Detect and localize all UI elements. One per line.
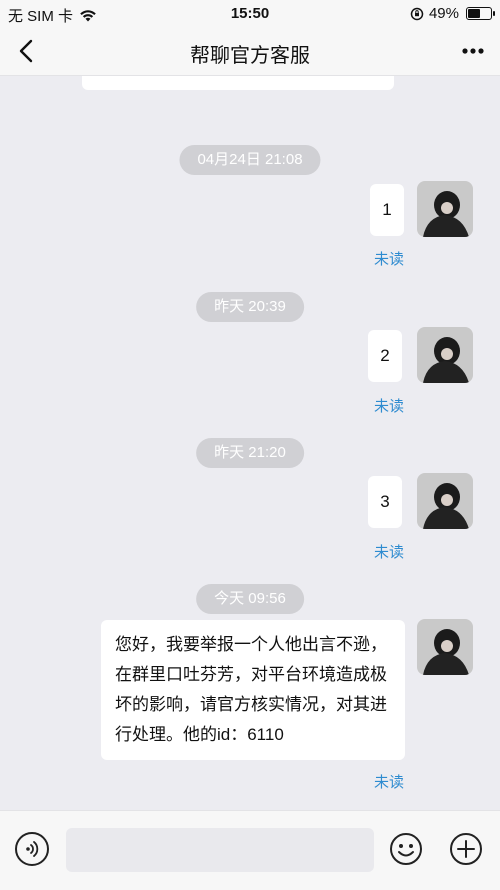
avatar[interactable]	[417, 473, 473, 529]
rotation-lock-icon	[410, 7, 424, 20]
page-title: 帮聊官方客服	[190, 45, 310, 67]
avatar[interactable]	[417, 327, 473, 383]
message-line: 行处理。他的id：6110	[115, 725, 284, 744]
more-button[interactable]	[458, 39, 488, 63]
read-status: 未读	[373, 774, 404, 791]
message-line: 您好，我要举报一个人他出言不逊，	[115, 635, 387, 654]
message-bubble[interactable]: 3	[368, 476, 402, 528]
chat-area[interactable]: 04月24日 21:08 1 未读 昨天 20:39 2 未读 昨天 21:20…	[0, 76, 500, 810]
voice-button[interactable]	[15, 832, 49, 866]
battery-icon	[466, 7, 495, 20]
message-timestamp: 昨天 20:39	[196, 292, 304, 322]
message-timestamp: 今天 09:56	[196, 584, 304, 614]
message-bubble[interactable]: 2	[368, 330, 402, 382]
plus-button[interactable]	[449, 832, 483, 866]
battery-percent: 49%	[428, 5, 459, 22]
previous-message-bubble	[82, 76, 394, 90]
message-line: 在群里口吐芬芳，对平台环境造成极	[115, 665, 387, 684]
plus-icon	[450, 833, 482, 865]
message-bubble[interactable]: 1	[370, 184, 404, 236]
voice-icon	[26, 841, 39, 857]
read-status: 未读	[373, 544, 404, 561]
message-bubble[interactable]: 您好，我要举报一个人他出言不逊， 在群里口吐芬芳，对平台环境造成极 坏的影响，请…	[101, 620, 405, 760]
message-input[interactable]	[66, 828, 374, 872]
avatar[interactable]	[417, 181, 473, 237]
emoji-button[interactable]	[389, 832, 423, 866]
input-bar	[0, 810, 500, 890]
status-right: 49%	[410, 5, 495, 22]
nav-bar: 帮聊官方客服	[0, 27, 500, 76]
read-status: 未读	[373, 251, 404, 268]
message-timestamp: 昨天 21:20	[196, 438, 304, 468]
message-line: 坏的影响，请官方核实情况，对其进	[115, 695, 387, 714]
read-status: 未读	[373, 398, 404, 415]
message-timestamp: 04月24日 21:08	[179, 145, 321, 175]
avatar[interactable]	[417, 619, 473, 675]
status-bar: 无 SIM 卡 15:50 49%	[0, 0, 500, 27]
emoji-icon	[390, 833, 422, 865]
more-dots-icon	[462, 48, 484, 54]
